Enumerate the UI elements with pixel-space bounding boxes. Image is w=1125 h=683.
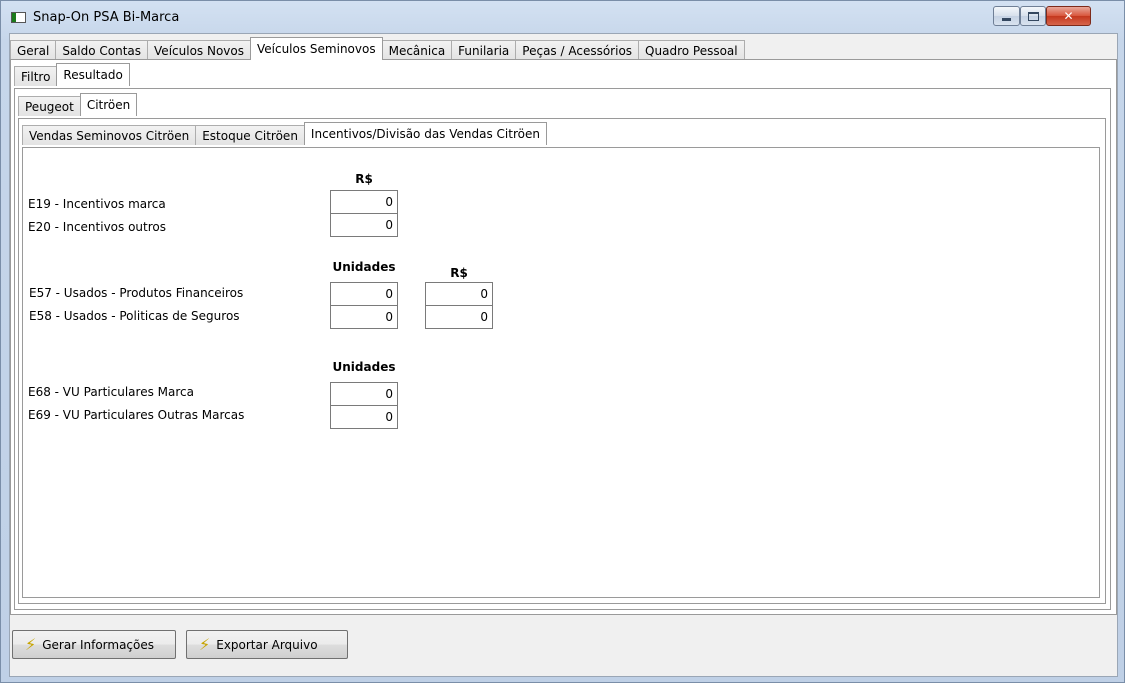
sub-tab-panel: Peugeot Citröen Vendas Seminovos Citröen… (14, 88, 1111, 610)
tab-incentivos-divisao-vendas[interactable]: Incentivos/Divisão das Vendas Citröen (303, 122, 547, 145)
minimize-button[interactable] (993, 6, 1020, 26)
export-file-label: Exportar Arquivo (216, 637, 318, 652)
generate-info-label: Gerar Informações (42, 637, 155, 652)
export-file-button[interactable]: ⚡ Exportar Arquivo (186, 630, 348, 659)
label-e19: E19 - Incentivos marca (28, 197, 166, 211)
lightning-bolt-icon: ⚡ (25, 635, 37, 654)
e58-value-field[interactable]: 0 (425, 305, 493, 329)
tab-saldo-contas[interactable]: Saldo Contas (55, 40, 149, 60)
e68-value-field[interactable]: 0 (330, 382, 398, 406)
app-icon (11, 12, 26, 23)
tab-mecanica[interactable]: Mecânica (381, 40, 453, 60)
close-icon: ✕ (1063, 9, 1074, 23)
minimize-icon (1002, 17, 1011, 21)
title-bar[interactable]: Snap-On PSA Bi-Marca ✕ (1, 1, 1124, 33)
window-title: Snap-On PSA Bi-Marca (33, 10, 180, 25)
e57-units-field[interactable]: 0 (330, 282, 398, 306)
tab-pecas-acessorios[interactable]: Peças / Acessórios (515, 40, 640, 60)
tab-citroen[interactable]: Citröen (79, 93, 138, 116)
tab-veiculos-seminovos[interactable]: Veículos Seminovos (249, 37, 383, 60)
main-tab-panel: Filtro Resultado Peugeot Citröen Vendas … (10, 59, 1117, 615)
tab-filtro[interactable]: Filtro (14, 66, 58, 86)
e20-value-field[interactable]: 0 (330, 213, 398, 237)
tab-funilaria[interactable]: Funilaria (451, 40, 517, 60)
section3-header: Unidades (332, 360, 396, 374)
label-e57: E57 - Usados - Produtos Financeiros (29, 286, 244, 300)
maximize-button[interactable] (1020, 6, 1046, 26)
e19-value-field[interactable]: 0 (330, 190, 398, 214)
section1-header: R$ (355, 172, 373, 186)
tab-geral[interactable]: Geral (10, 40, 57, 60)
generate-info-button[interactable]: ⚡ Gerar Informações (12, 630, 176, 659)
label-e58: E58 - Usados - Politicas de Seguros (29, 309, 240, 323)
label-e68: E68 - VU Particulares Marca (28, 385, 194, 399)
label-e20: E20 - Incentivos outros (28, 220, 167, 234)
close-button[interactable]: ✕ (1046, 6, 1091, 26)
tab-veiculos-novos[interactable]: Veículos Novos (147, 40, 251, 60)
e57-value-field[interactable]: 0 (425, 282, 493, 306)
tab-vendas-seminovos-citroen[interactable]: Vendas Seminovos Citröen (22, 125, 197, 145)
brand-tab-panel: Vendas Seminovos Citröen Estoque Citröen… (18, 118, 1106, 604)
app-window: Snap-On PSA Bi-Marca ✕ Geral Saldo Conta… (0, 0, 1125, 683)
main-tab-row: Geral Saldo Contas Veículos Novos Veícul… (10, 37, 745, 60)
maximize-icon (1027, 11, 1039, 21)
brand-tab-row: Peugeot Citröen (18, 93, 138, 116)
e58-units-field[interactable]: 0 (330, 305, 398, 329)
incentivos-panel: R$ E19 - Incentivos marca 0 E20 - Incent… (22, 147, 1100, 598)
section2-value-header: R$ (450, 266, 468, 280)
client-area: Geral Saldo Contas Veículos Novos Veícul… (9, 33, 1118, 677)
lightning-bolt-icon: ⚡ (199, 635, 211, 654)
report-tab-row: Vendas Seminovos Citröen Estoque Citröen… (22, 122, 547, 145)
e69-value-field[interactable]: 0 (330, 405, 398, 429)
tab-quadro-pessoal[interactable]: Quadro Pessoal (638, 40, 745, 60)
tab-peugeot[interactable]: Peugeot (18, 96, 81, 116)
label-e69: E69 - VU Particulares Outras Marcas (28, 408, 245, 422)
tab-resultado[interactable]: Resultado (56, 63, 130, 86)
sub-tab-row: Filtro Resultado (14, 63, 130, 86)
tab-estoque-citroen[interactable]: Estoque Citröen (195, 125, 305, 145)
section2-units-header: Unidades (332, 260, 396, 274)
